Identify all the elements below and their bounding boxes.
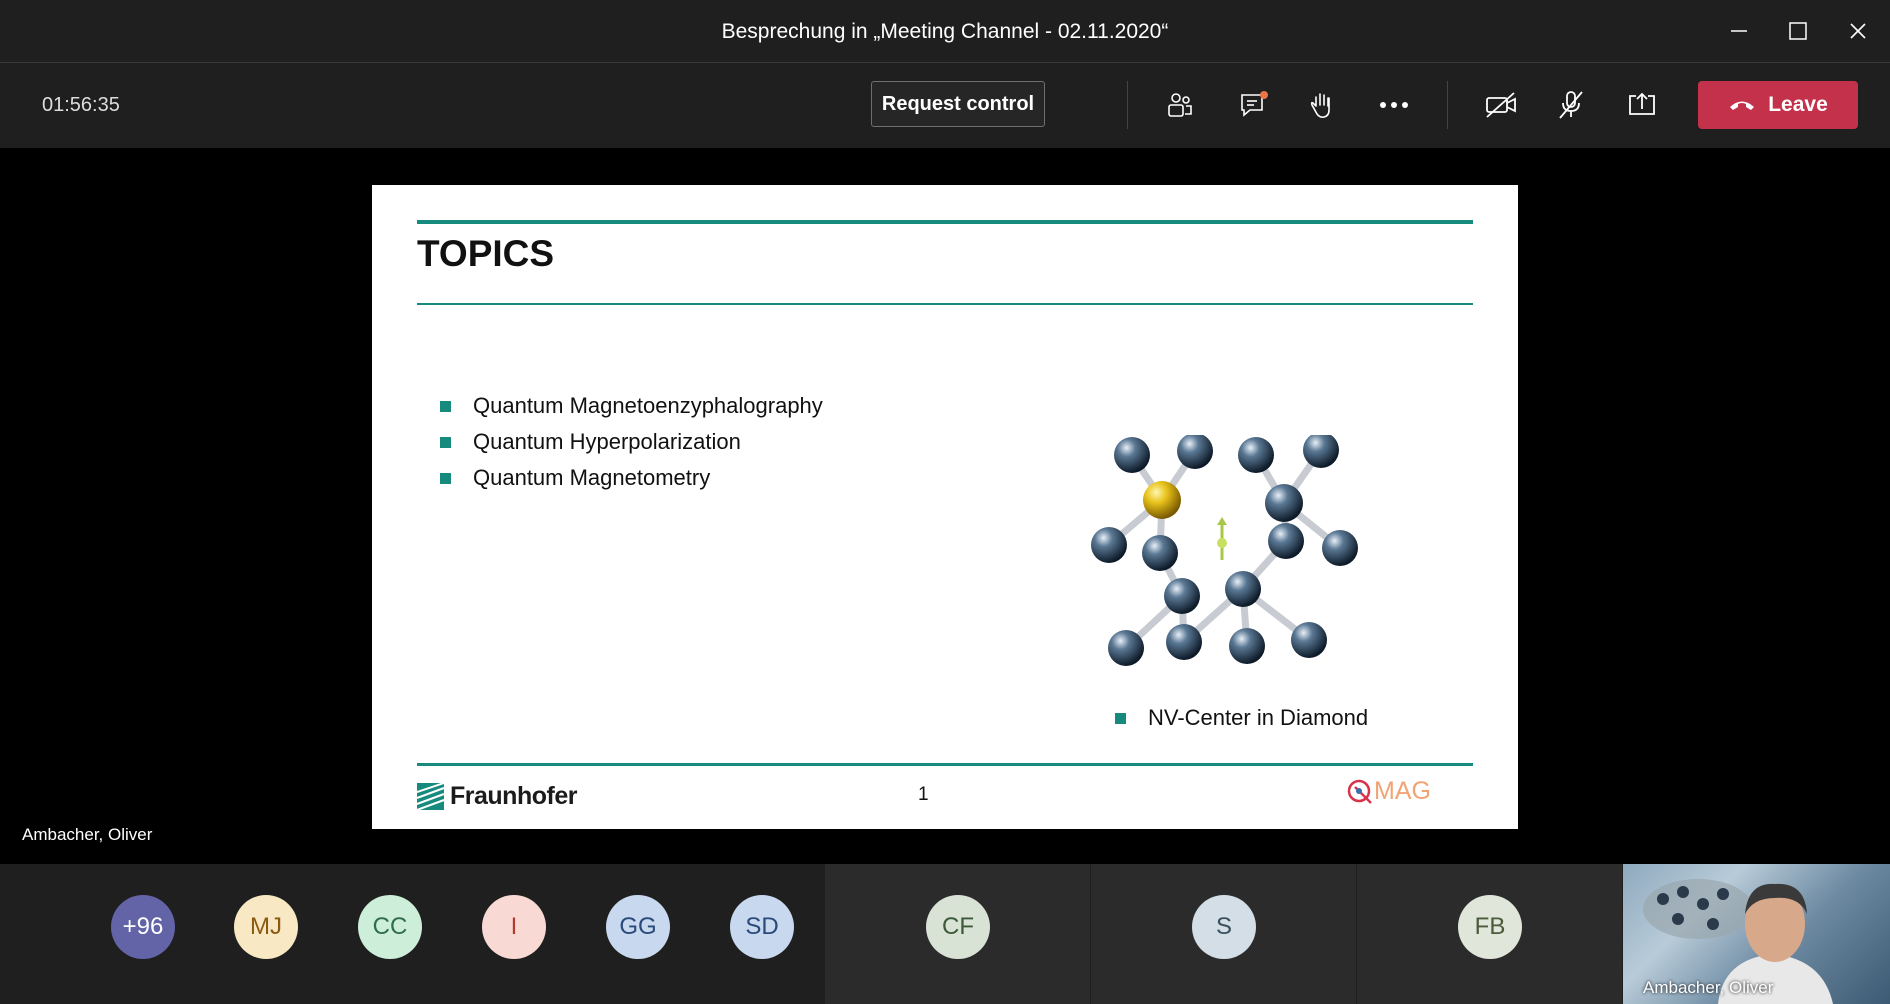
- nv-center-diamond-image: [1091, 435, 1358, 666]
- share-screen-icon: [1629, 92, 1655, 115]
- participant-avatar: S: [1192, 895, 1256, 959]
- participant-avatar[interactable]: I: [482, 895, 546, 959]
- fraunhofer-logo-text: Fraunhofer: [450, 782, 577, 810]
- participant-avatar[interactable]: GG: [606, 895, 670, 959]
- leave-button[interactable]: Leave: [1698, 81, 1858, 129]
- presenter-video-tile[interactable]: Ambacher, Oliver: [1623, 864, 1890, 1004]
- request-control-button[interactable]: Request control: [871, 81, 1045, 127]
- fraunhofer-logo: Fraunhofer: [417, 782, 577, 811]
- chat-button[interactable]: [1232, 85, 1276, 125]
- slide-title-rule: [417, 303, 1473, 305]
- close-icon: [1850, 23, 1866, 39]
- presenter-name-label: Ambacher, Oliver: [22, 825, 153, 844]
- participant-strip: +96 MJ CC I GG SD CF S FB Ambacher, Oliv…: [0, 864, 1890, 1004]
- meeting-toolbar: 01:56:35 Request control Leave: [0, 63, 1890, 148]
- raise-hand-icon: [1310, 93, 1330, 118]
- slide-page-number: 1: [918, 784, 929, 805]
- nv-center-caption: NV-Center in Diamond: [1115, 700, 1368, 736]
- participant-avatar[interactable]: CC: [358, 895, 422, 959]
- mic-toggle-button[interactable]: [1549, 85, 1593, 125]
- more-options-button[interactable]: [1372, 85, 1416, 125]
- title-bar: Besprechung in „Meeting Channel - 02.11.…: [0, 0, 1890, 63]
- topics-list: Quantum Magnetoenzyphalography Quantum H…: [440, 388, 823, 496]
- participants-icon: [1168, 93, 1192, 117]
- topic-item: Quantum Magnetoenzyphalography: [440, 388, 823, 424]
- participants-button[interactable]: [1158, 85, 1202, 125]
- maximize-button[interactable]: [1778, 14, 1818, 48]
- camera-off-icon: [1486, 92, 1516, 118]
- minimize-icon: [1731, 30, 1747, 32]
- leave-label: Leave: [1768, 93, 1828, 116]
- bullet-square: [440, 437, 451, 448]
- slide-title: TOPICS: [417, 233, 555, 274]
- chat-icon: [1241, 91, 1268, 117]
- topic-item: Quantum Hyperpolarization: [440, 424, 823, 460]
- toolbar-divider: [1127, 81, 1128, 129]
- participant-tile[interactable]: CF: [825, 864, 1090, 1004]
- fraunhofer-logo-icon: [417, 783, 444, 810]
- participant-avatar[interactable]: SD: [730, 895, 794, 959]
- participant-avatar-overflow[interactable]: +96: [111, 895, 175, 959]
- qmag-q-icon: [1347, 779, 1372, 804]
- bullet-square: [440, 473, 451, 484]
- more-options-icon: [1380, 102, 1408, 108]
- close-button[interactable]: [1838, 14, 1878, 48]
- share-screen-button[interactable]: [1620, 85, 1664, 125]
- bullet-square: [1115, 713, 1126, 724]
- camera-toggle-button[interactable]: [1479, 85, 1523, 125]
- slide-footer-rule: [417, 763, 1473, 766]
- qmag-logo-text: MAG: [1374, 777, 1431, 805]
- participant-avatar: CF: [926, 895, 990, 959]
- participant-avatar[interactable]: MJ: [234, 895, 298, 959]
- bullet-square: [440, 401, 451, 412]
- topic-item: Quantum Magnetometry: [440, 460, 823, 496]
- toolbar-divider: [1447, 81, 1448, 129]
- presenter-video-name: Ambacher, Oliver: [1643, 978, 1774, 997]
- participant-tile[interactable]: S: [1091, 864, 1356, 1004]
- raise-hand-button[interactable]: [1300, 85, 1344, 125]
- participant-avatar: FB: [1458, 895, 1522, 959]
- participant-tile[interactable]: FB: [1357, 864, 1622, 1004]
- maximize-icon: [1789, 22, 1807, 40]
- slide-top-rule: [417, 220, 1473, 224]
- window-title: Besprechung in „Meeting Channel - 02.11.…: [721, 20, 1169, 43]
- presentation-slide: TOPICS Quantum Magnetoenzyphalography Qu…: [372, 185, 1518, 829]
- phone-hangup-icon: [1730, 101, 1755, 110]
- mic-off-icon: [1559, 91, 1583, 119]
- qmag-logo: MAG: [1346, 777, 1431, 806]
- minimize-button[interactable]: [1719, 14, 1759, 48]
- meeting-timer: 01:56:35: [42, 94, 120, 116]
